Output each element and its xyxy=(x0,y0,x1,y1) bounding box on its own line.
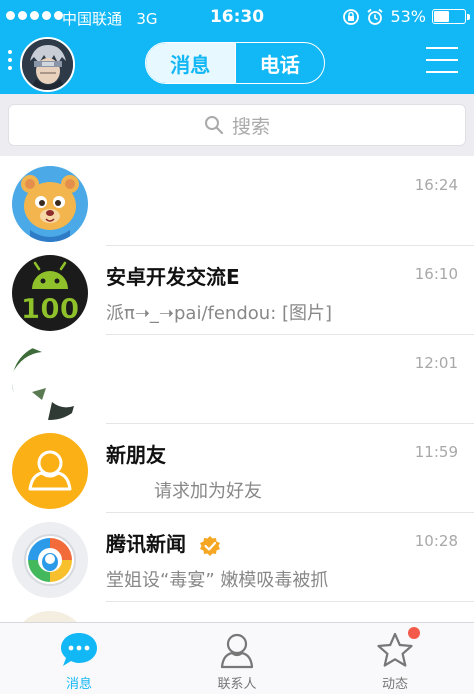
conversation-item[interactable]: 100 安卓开发交流E 派π➝_➝pai/fendou: [图片] 16:10 xyxy=(0,245,474,335)
search-area: 搜索 xyxy=(0,94,474,156)
conversation-list: 16:24 100 安卓开发交流E 派π➝_➝pai/fendou: [图片] … xyxy=(0,156,474,622)
search-input[interactable]: 搜索 xyxy=(8,104,466,146)
conversation-item[interactable] xyxy=(0,601,474,622)
conversation-time: 11:59 xyxy=(414,443,458,461)
conversation-preview: 堂姐设“毒宴” 嫩模吸毒被抓 xyxy=(106,570,329,591)
drawer-indicator-icon xyxy=(8,50,12,70)
tab-contacts[interactable]: 联系人 xyxy=(158,623,316,694)
conversation-name: 腾讯新闻 xyxy=(106,532,186,556)
new-friend-avatar xyxy=(12,433,88,509)
conversation-time: 16:24 xyxy=(414,176,458,194)
battery-icon xyxy=(432,9,470,24)
verified-badge-icon xyxy=(199,535,220,556)
bear-avatar xyxy=(12,166,88,242)
top-bar: 中国联通 3G 16:30 53% 消息 电话 xyxy=(0,0,474,94)
tab-calls[interactable]: 电话 xyxy=(234,43,325,83)
partial-avatar xyxy=(12,611,88,622)
conversation-item[interactable]: 16:24 xyxy=(0,156,474,246)
profile-avatar[interactable] xyxy=(20,37,75,92)
conversation-item[interactable]: 腾讯新闻 堂姐设“毒宴” 嫩模吸毒被抓 10:28 xyxy=(0,512,474,602)
tab-label: 动态 xyxy=(381,677,408,692)
android-100-avatar: 100 xyxy=(12,255,88,331)
contacts-icon xyxy=(220,633,254,669)
bottom-tab-bar: 消息 联系人 动态 xyxy=(0,622,474,694)
search-placeholder: 搜索 xyxy=(231,115,270,138)
conversation-name: 安卓开发交流E xyxy=(106,265,240,289)
conversation-time: 10:28 xyxy=(414,532,458,550)
blurred-avatar xyxy=(12,344,88,420)
tab-label: 消息 xyxy=(65,677,92,692)
conversation-preview: 派π➝_➝pai/fendou: [图片] xyxy=(106,303,333,324)
chat-bubble-icon xyxy=(61,633,97,666)
status-bar: 中国联通 3G 16:30 53% xyxy=(0,0,474,34)
menu-icon[interactable] xyxy=(426,47,458,73)
tencent-news-avatar xyxy=(12,522,88,598)
tab-messages-bottom[interactable]: 消息 xyxy=(0,623,158,694)
header: 消息 电话 xyxy=(0,34,474,94)
svg-text:100: 100 xyxy=(21,292,79,325)
conversation-time: 12:01 xyxy=(414,354,458,372)
conversation-name: 新朋友 xyxy=(106,443,166,467)
tab-messages[interactable]: 消息 xyxy=(146,43,235,83)
conversation-item[interactable]: 12:01 xyxy=(0,334,474,424)
conversation-preview: 请求加为好友 xyxy=(154,481,262,502)
tab-label: 联系人 xyxy=(217,677,257,692)
battery-percent: 53% xyxy=(390,7,426,26)
notification-dot xyxy=(408,627,420,639)
conversation-item[interactable]: 新朋友 请求加为好友 11:59 xyxy=(0,423,474,513)
messages-calls-toggle: 消息 电话 xyxy=(145,42,325,84)
alarm-icon xyxy=(367,8,384,25)
search-icon xyxy=(204,116,224,135)
conversation-time: 16:10 xyxy=(414,265,458,283)
tab-feed[interactable]: 动态 xyxy=(316,623,474,694)
rotation-lock-icon xyxy=(343,8,360,25)
